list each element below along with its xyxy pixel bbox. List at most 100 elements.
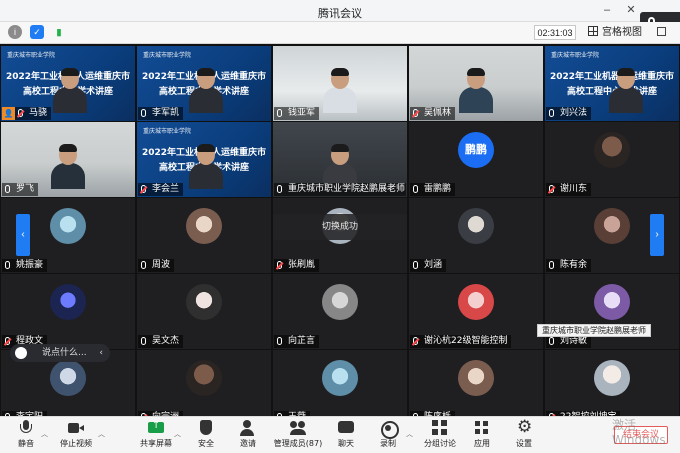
mic-status-icon bbox=[413, 185, 418, 193]
participant-avatar bbox=[594, 132, 630, 168]
participant-tile[interactable]: 重庆城市职业学院2022年工业机器人运维重庆市高校工程中心学术讲座李军凯 bbox=[137, 46, 271, 121]
record-icon bbox=[380, 420, 399, 439]
participant-tile[interactable]: 重庆城市职业学院2022年工业机器人运维重庆市高校工程中心学术讲座👤马骁 bbox=[1, 46, 135, 121]
participant-avatar bbox=[322, 360, 358, 396]
grid-view-button[interactable]: 宫格视图 bbox=[588, 24, 658, 42]
signal-icon[interactable]: ▮ bbox=[52, 25, 66, 39]
participant-tile[interactable]: 王薇 bbox=[273, 350, 407, 425]
participant-tile[interactable]: 重庆城市职业学院2022年工业机器人运维重庆市高校工程中心学术讲座刘兴法 bbox=[545, 46, 679, 121]
invite-button[interactable]: 邀请 bbox=[226, 420, 270, 453]
participant-name: 周波 bbox=[152, 260, 171, 270]
apps-icon bbox=[474, 420, 490, 436]
participant-tile[interactable]: 周波 bbox=[137, 198, 271, 273]
quick-chat-bar[interactable]: 说点什么... ‹ bbox=[10, 344, 110, 362]
participant-tile[interactable]: 罗飞 bbox=[1, 122, 135, 197]
meeting-timer: 02:31:03 bbox=[534, 25, 576, 40]
participant-tile[interactable]: 程政文 bbox=[1, 274, 135, 349]
participant-tile[interactable]: 钱亚军 bbox=[273, 46, 407, 121]
next-page-button[interactable]: › bbox=[650, 214, 664, 256]
participant-video bbox=[189, 144, 223, 189]
participant-name: 吴佩林 bbox=[424, 108, 452, 118]
participant-name: 谢川东 bbox=[560, 184, 588, 194]
participant-name-label: 向芷言 bbox=[274, 335, 320, 348]
mic-status-icon bbox=[549, 109, 554, 117]
slide-logo-text: 重庆城市职业学院 bbox=[551, 52, 600, 59]
mic-status-icon bbox=[5, 337, 10, 345]
bottom-toolbar: 静音 ︿ 停止视频 ︿ 共享屏幕 ︿ 安全 邀请 管理成员(87) 聊天 录制 … bbox=[0, 416, 680, 453]
participant-name: 李军凯 bbox=[152, 108, 180, 118]
security-shield-icon[interactable]: ✓ bbox=[30, 25, 44, 39]
emoji-icon[interactable] bbox=[15, 347, 27, 359]
title-bar: 腾讯会议 – ✕ bbox=[0, 0, 680, 22]
stop-video-button[interactable]: 停止视频 bbox=[54, 420, 98, 453]
participant-tile[interactable]: 向宗洲 bbox=[137, 350, 271, 425]
security-button[interactable]: 安全 bbox=[184, 420, 228, 453]
members-label: 管理成员(87) bbox=[273, 439, 323, 448]
mic-status-icon bbox=[277, 109, 282, 117]
security-icon bbox=[198, 420, 214, 436]
participant-name: 罗飞 bbox=[16, 184, 35, 194]
chat-placeholder: 说点什么... bbox=[42, 348, 87, 358]
record-button[interactable]: 录制 bbox=[366, 420, 410, 453]
participant-name-label: 马骁 bbox=[15, 107, 52, 120]
participant-name: 李会兰 bbox=[152, 184, 180, 194]
participant-video bbox=[53, 68, 87, 113]
participant-name: 刘兴法 bbox=[560, 108, 588, 118]
share-screen-button[interactable]: 共享屏幕 bbox=[134, 420, 178, 453]
video-options-chevron-icon[interactable]: ︿ bbox=[98, 429, 105, 439]
participant-avatar bbox=[594, 360, 630, 396]
participant-avatar bbox=[50, 360, 86, 396]
invite-label: 邀请 bbox=[240, 439, 256, 448]
participant-tile[interactable]: 鹏鹏 雷鹏鹏 bbox=[409, 122, 543, 197]
participant-tile[interactable]: 谢川东 bbox=[545, 122, 679, 197]
minimize-button[interactable]: – bbox=[600, 3, 614, 17]
participant-tile[interactable]: 刘诗敏 bbox=[545, 274, 679, 349]
participant-name-label: 谢沁杭22级智能控制 bbox=[410, 335, 512, 348]
mic-status-icon bbox=[277, 185, 282, 193]
participant-name: 张刷胤 bbox=[288, 260, 316, 270]
participant-tile[interactable]: 吴文杰 bbox=[137, 274, 271, 349]
hover-name-tooltip: 重庆城市职业学院赵鹏展老师 bbox=[537, 324, 651, 337]
share-screen-icon bbox=[148, 420, 164, 436]
participant-tile[interactable]: 22智控刘坤宝 bbox=[545, 350, 679, 425]
chat-button[interactable]: 聊天 bbox=[324, 420, 368, 453]
settings-button[interactable]: 设置 bbox=[502, 417, 546, 453]
chevron-left-icon[interactable]: ‹ bbox=[99, 344, 103, 362]
participant-tile[interactable]: 吴佩林 bbox=[409, 46, 543, 121]
participant-tile[interactable]: 陈序栎 bbox=[409, 350, 543, 425]
participant-video bbox=[51, 144, 85, 189]
participant-avatar bbox=[322, 284, 358, 320]
participant-tile[interactable]: 向芷言 bbox=[273, 274, 407, 349]
participant-tile[interactable]: 刘涵 bbox=[409, 198, 543, 273]
end-meeting-button[interactable]: 结束会议 bbox=[614, 426, 668, 444]
security-label: 安全 bbox=[198, 439, 214, 448]
info-icon[interactable]: i bbox=[8, 25, 22, 39]
participant-name-label: 雷鹏鹏 bbox=[410, 183, 456, 196]
fullscreen-icon[interactable] bbox=[657, 27, 666, 36]
status-icons: i ✓ ▮ bbox=[8, 25, 66, 39]
participant-name-label: 陈有余 bbox=[546, 259, 592, 272]
close-window-button[interactable]: ✕ bbox=[624, 3, 638, 17]
participant-tile[interactable]: 重庆城市职业学院2022年工业机器人运维重庆市高校工程中心学术讲座李会兰 bbox=[137, 122, 271, 197]
grid-view-icon bbox=[588, 26, 598, 36]
participant-name: 刘诗敏 bbox=[560, 336, 588, 346]
share-options-chevron-icon[interactable]: ︿ bbox=[174, 429, 181, 439]
participant-video bbox=[459, 68, 493, 113]
mic-options-chevron-icon[interactable]: ︿ bbox=[41, 429, 48, 439]
participant-name-label: 罗飞 bbox=[2, 183, 39, 196]
video-grid: 重庆城市职业学院2022年工业机器人运维重庆市高校工程中心学术讲座👤马骁重庆城市… bbox=[0, 44, 680, 425]
breakout-rooms-button[interactable]: 分组讨论 bbox=[416, 420, 464, 453]
participant-tile[interactable]: 谢沁杭22级智能控制 bbox=[409, 274, 543, 349]
camera-icon bbox=[68, 420, 84, 436]
participant-tile[interactable]: 重庆城市职业学院赵鹏展老师 bbox=[273, 122, 407, 197]
participant-name-label: 吴文杰 bbox=[138, 335, 184, 348]
participant-name: 向芷言 bbox=[288, 336, 316, 346]
participant-name-label: 谢川东 bbox=[546, 183, 592, 196]
slide-logo-text: 重庆城市职业学院 bbox=[143, 128, 192, 135]
record-options-chevron-icon[interactable]: ︿ bbox=[406, 429, 413, 439]
prev-page-button[interactable]: ‹ bbox=[16, 214, 30, 256]
manage-members-button[interactable]: 管理成员(87) bbox=[270, 420, 326, 453]
breakout-label: 分组讨论 bbox=[424, 439, 456, 448]
apps-button[interactable]: 应用 bbox=[460, 420, 504, 453]
status-bar: i ✓ ▮ 02:31:03 宫格视图 bbox=[0, 22, 680, 44]
